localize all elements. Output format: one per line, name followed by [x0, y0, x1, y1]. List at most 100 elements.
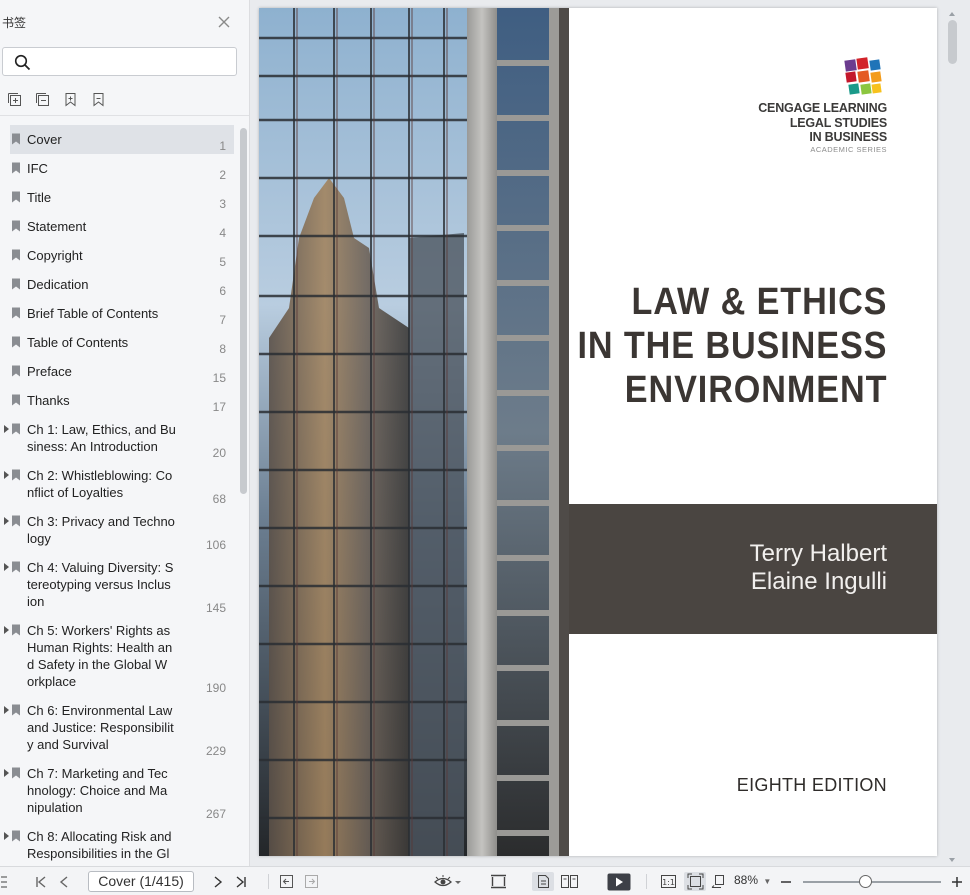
bookmark-item[interactable]: IFC 2: [0, 154, 236, 183]
sidebar-toggle-icon[interactable]: [0, 872, 8, 891]
play-icon[interactable]: [606, 872, 632, 891]
page-rotate-icon[interactable]: [710, 872, 728, 891]
expand-arrow-icon[interactable]: [4, 517, 9, 525]
bookmark-page-number: 20: [212, 446, 226, 460]
previous-page-icon[interactable]: [56, 872, 72, 891]
bookmark-icon: [12, 423, 20, 435]
publisher-imprint: CENGAGE LEARNING LEGAL STUDIES IN BUSINE…: [758, 101, 887, 154]
bookmark-icon: [12, 624, 20, 636]
svg-text:1:1: 1:1: [662, 878, 675, 887]
fit-page-icon[interactable]: [684, 872, 706, 891]
bookmark-item[interactable]: Ch 5: Workers' Rights as Human Rights: H…: [0, 616, 236, 696]
author-name: Elaine Ingulli: [750, 568, 887, 595]
bookmark-icon: [12, 336, 20, 348]
cengage-logo: [844, 57, 882, 95]
bookmark-item[interactable]: Ch 8: Allocating Risk and Responsibiliti…: [0, 822, 236, 866]
book-title: LAW & ETHICS IN THE BUSINESS ENVIRONMENT: [577, 280, 887, 412]
bookmark-item[interactable]: Brief Table of Contents 7: [0, 299, 236, 328]
bookmark-item[interactable]: Ch 1: Law, Ethics, and Bu siness: An Int…: [0, 415, 236, 461]
zoom-slider-track[interactable]: [803, 881, 941, 883]
eye-protection-icon[interactable]: [434, 872, 462, 891]
bookmark-item[interactable]: Dedication 6: [0, 270, 236, 299]
bookmark-icon: [12, 365, 20, 377]
bookmark-icon: [12, 133, 20, 145]
bookmark-search-box[interactable]: [2, 47, 237, 76]
bookmark-item[interactable]: Cover 1: [0, 125, 236, 154]
bookmark-icon[interactable]: [90, 91, 106, 107]
zoom-in-icon[interactable]: [950, 872, 964, 891]
bookmark-label: Dedication: [27, 277, 89, 292]
next-page-icon[interactable]: [210, 872, 226, 891]
bookmark-page-number: 4: [219, 226, 226, 240]
bookmark-page-number: 3: [219, 197, 226, 211]
bookmark-icon: [12, 191, 20, 203]
scroll-up-icon[interactable]: [947, 4, 957, 16]
bookmark-expand-icon[interactable]: [62, 91, 78, 107]
bookmark-item[interactable]: Copyright 5: [0, 241, 236, 270]
search-input[interactable]: [37, 52, 232, 72]
bookmark-label: Thanks: [27, 393, 70, 408]
expand-arrow-icon[interactable]: [4, 706, 9, 714]
single-page-icon[interactable]: [532, 872, 554, 891]
bookmark-item[interactable]: Preface 15: [0, 357, 236, 386]
bookmark-label: Brief Table of Contents: [27, 306, 159, 321]
bookmark-page-number: 6: [219, 284, 226, 298]
bookmark-label: Ch 5: Workers' Rights as Human Rights: H…: [27, 623, 173, 689]
zoom-dropdown[interactable]: 88% ▼: [734, 873, 771, 887]
publisher-line: IN BUSINESS: [809, 130, 887, 144]
remove-bookmark-icon[interactable]: [34, 91, 50, 107]
sidebar-scrollbar[interactable]: [240, 128, 247, 494]
edition-label: EIGHTH EDITION: [736, 775, 887, 795]
expand-arrow-icon[interactable]: [4, 563, 9, 571]
bookmark-label: Ch 8: Allocating Risk and Responsibiliti…: [27, 829, 172, 861]
bookmark-item[interactable]: Thanks 17: [0, 386, 236, 415]
expand-arrow-icon[interactable]: [4, 769, 9, 777]
document-page: CENGAGE LEARNING LEGAL STUDIES IN BUSINE…: [259, 8, 937, 856]
scroll-down-icon[interactable]: [947, 850, 957, 862]
bookmark-icon: [12, 515, 20, 527]
divider: [268, 874, 269, 889]
bookmark-item[interactable]: Ch 6: Environmental Law and Justice: Res…: [0, 696, 236, 759]
bookmark-item[interactable]: Table of Contents 8: [0, 328, 236, 357]
forward-icon[interactable]: [303, 872, 319, 891]
bookmark-label: Table of Contents: [27, 335, 129, 350]
bookmark-icon: [12, 307, 20, 319]
actual-size-icon[interactable]: 1:1: [659, 872, 677, 891]
page-number-field[interactable]: Cover (1/415): [88, 871, 194, 892]
author-names: Terry Halbert Elaine Ingulli: [750, 540, 887, 596]
bookmark-label: Statement: [27, 219, 87, 234]
document-scrollbar[interactable]: [948, 20, 957, 64]
status-bar: Cover (1/415) 1:1 88% ▼: [0, 866, 970, 895]
two-page-icon[interactable]: [559, 872, 579, 891]
back-icon[interactable]: [278, 872, 294, 891]
bookmark-page-number: 145: [205, 601, 226, 615]
chevron-down-icon: ▼: [763, 877, 772, 886]
bookmark-icon: [12, 704, 20, 716]
bookmark-icon: [12, 561, 20, 573]
last-page-icon[interactable]: [233, 872, 249, 891]
bookmark-item[interactable]: Statement 4: [0, 212, 236, 241]
zoom-out-icon[interactable]: [779, 872, 793, 891]
fit-width-icon[interactable]: [489, 872, 507, 891]
bookmark-item[interactable]: Title 3: [0, 183, 236, 212]
bookmark-item[interactable]: Ch 7: Marketing and Tec hnology: Choice …: [0, 759, 236, 822]
bookmark-item[interactable]: Ch 2: Whistleblowing: Co nflict of Loyal…: [0, 461, 236, 507]
bookmark-page-number: 17: [212, 400, 226, 414]
bookmark-icon: [12, 278, 20, 290]
bookmark-item[interactable]: Ch 4: Valuing Diversity: S tereotyping v…: [0, 553, 236, 616]
bookmark-label: Title: [27, 190, 52, 205]
bookmark-icon: [12, 394, 20, 406]
first-page-icon[interactable]: [33, 872, 49, 891]
cover-photo: [259, 8, 569, 856]
expand-arrow-icon[interactable]: [4, 425, 9, 433]
zoom-slider-thumb[interactable]: [859, 875, 872, 888]
bookmark-item[interactable]: Ch 3: Privacy and Techno logy 106: [0, 507, 236, 553]
bookmark-panel: 书签 Cover 1 IFC 2 Title 3 Statement 4 Cop…: [0, 0, 250, 866]
expand-arrow-icon[interactable]: [4, 626, 9, 634]
bookmark-toolbar: [6, 91, 106, 109]
add-bookmark-icon[interactable]: [6, 91, 22, 107]
expand-arrow-icon[interactable]: [4, 832, 9, 840]
close-icon[interactable]: [216, 14, 232, 30]
expand-arrow-icon[interactable]: [4, 471, 9, 479]
bookmark-icon: [12, 162, 20, 174]
